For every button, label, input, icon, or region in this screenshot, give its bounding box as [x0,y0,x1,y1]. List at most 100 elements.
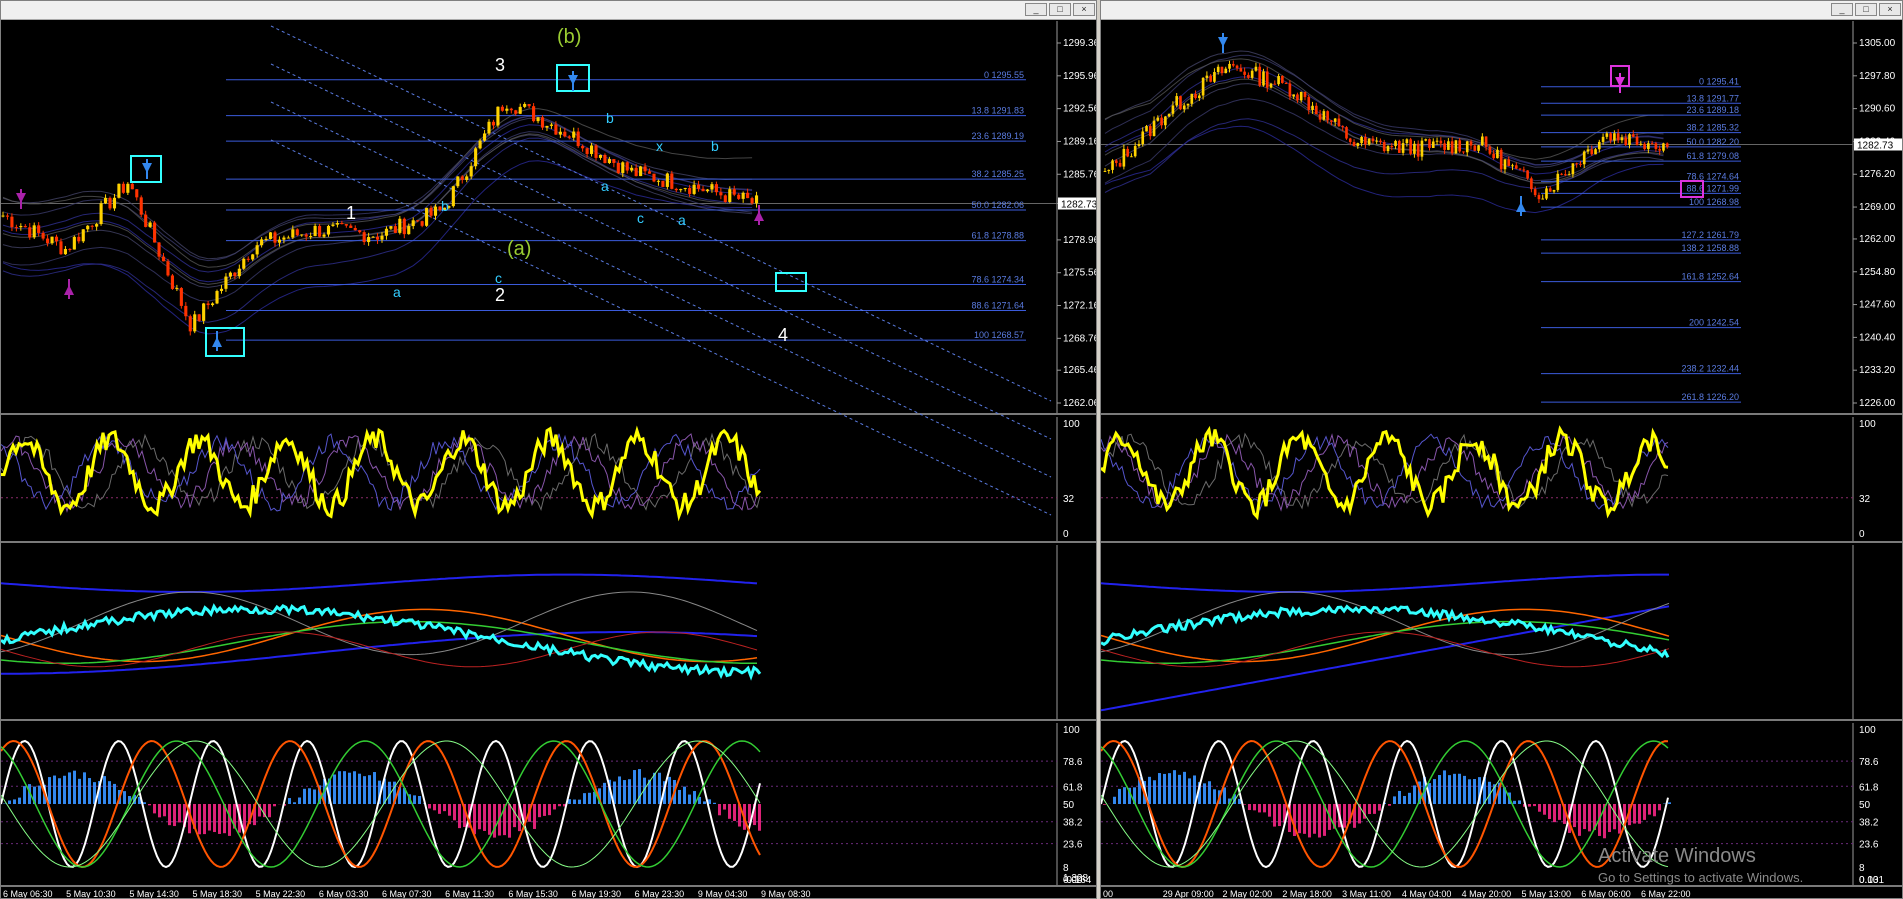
histogram-bar [1278,804,1281,827]
candle-body [407,226,411,235]
candle-body [1209,75,1212,82]
histogram-bar [1308,804,1311,838]
stoch-level-label: 50 [1063,800,1075,811]
histogram-bar [623,780,626,804]
candle-body [37,225,41,233]
rsi-level-label: 0 [1063,529,1069,540]
candle-body [179,288,183,306]
indicator-band-line [1,573,758,593]
histogram-bar [83,772,86,804]
histogram-bar [553,804,556,810]
candle-body [1288,83,1292,97]
candle-body [313,225,317,237]
candle-body [398,218,402,233]
candle-body [1424,139,1428,141]
candle-body [1231,63,1235,66]
candle-body [1239,68,1243,72]
histogram-bar [1403,795,1406,804]
candle-body [545,125,549,128]
candle-body [1160,117,1163,126]
candle-body [81,229,85,242]
candle-body [732,189,736,195]
candle-body [1514,165,1518,169]
candle-body [197,314,201,321]
histogram-bar [1468,779,1471,804]
wave-label: a [601,178,609,194]
candle-body [1356,143,1360,146]
candle-body [1488,146,1492,154]
price-tick-label: 1240.40 [1859,332,1896,343]
candle-body [215,291,219,304]
histogram-bar [1513,800,1516,804]
histogram-bar [1463,775,1466,804]
histogram-bar [1223,787,1226,804]
histogram-bar [8,800,11,804]
candle-body [465,176,469,180]
histogram-bar [108,781,111,804]
histogram-bar [1608,804,1611,833]
histogram-bar [1393,796,1396,804]
candle-body [705,189,710,192]
histogram-bar [1533,804,1536,807]
histogram-bar [548,804,551,816]
histogram-bar [208,804,211,831]
histogram-bar [1153,780,1156,804]
candle-body [1654,143,1658,149]
candle-body [1333,118,1337,122]
candle-body [661,180,665,187]
candle-body [1545,188,1548,199]
histogram-bar [1558,804,1561,820]
candle-body [491,121,496,126]
left-price-chart[interactable]: 1299.36 1295.96 1292.56 1289.16 1285.76 1282.… [1,1,1097,899]
candle-body [1213,72,1216,82]
candle-body [1114,160,1118,163]
candle-body [750,198,754,204]
candle-body [371,236,375,238]
histogram-bar [1253,804,1256,811]
signal-box [205,327,245,357]
right-price-chart[interactable]: 1305.001297.801290.601283.401276.201269.… [1101,1,1903,899]
histogram-bar [438,804,441,814]
histogram-bar [113,783,116,804]
histogram-bar [178,804,181,823]
histogram-bar [473,804,476,835]
histogram-bar [583,793,586,804]
time-axis-label: 5 May 22:30 [256,889,306,899]
fib-level-label: 127.2 1261.79 [1681,230,1739,240]
current-price-label: 1282.73 [1061,200,1097,211]
price-tick-label: 1278.96 [1063,235,1097,246]
price-tick-label: 1295.96 [1063,71,1097,82]
candle-body [558,131,562,135]
candle-body [1462,151,1465,153]
histogram-bar [1373,804,1376,814]
histogram-bar [558,804,561,807]
candle-body [1269,83,1273,88]
histogram-bar [53,775,56,804]
fib-level-label: 61.8 1278.88 [971,231,1024,241]
histogram-bar [63,775,66,804]
candle-body [1586,149,1590,152]
fib-level-label: 50.0 1282.20 [1686,137,1739,147]
histogram-bar [573,799,576,804]
histogram-bar [1668,802,1671,804]
time-axis-label: 6 May 06:30 [3,889,53,899]
stoch-level-label: 38.2 [1859,818,1879,829]
ma-band-line [2,160,753,335]
candle-body [1650,143,1654,145]
stoch-level-label: 23.6 [1063,840,1083,851]
fib-level-label: 13.8 1291.77 [1686,93,1739,103]
candle-body [255,245,259,255]
candle-body [1394,140,1397,147]
histogram-bar [1653,804,1656,817]
candle-body [540,117,545,128]
histogram-bar [478,804,481,830]
candle-body [701,188,705,192]
candle-body [634,167,638,177]
candle-body [1620,137,1624,141]
candle-body [1537,195,1541,200]
time-axis-label: 2 May 18:00 [1282,889,1332,899]
candle-body [1518,168,1522,170]
price-tick-label: 1268.76 [1063,333,1097,344]
histogram-bar [158,804,161,818]
candle-body [630,167,634,171]
